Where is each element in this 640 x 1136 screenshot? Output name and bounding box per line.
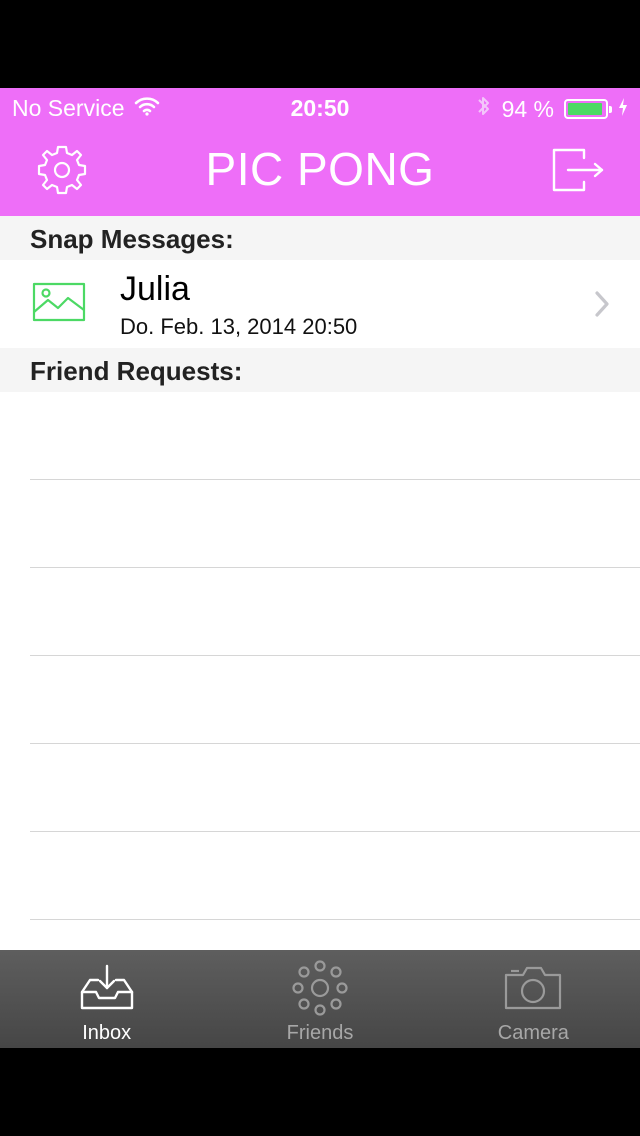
top-bar: No Service 20:50 94 % PIC PONG bbox=[0, 88, 640, 216]
charging-icon bbox=[618, 96, 628, 123]
battery-fill bbox=[568, 103, 602, 115]
tab-friends[interactable]: Friends bbox=[213, 950, 426, 1048]
battery-icon bbox=[564, 99, 612, 119]
friend-requests-header: Friend Requests: bbox=[0, 348, 640, 392]
battery-percent: 94 % bbox=[501, 95, 554, 122]
list-item bbox=[30, 392, 640, 480]
bluetooth-icon bbox=[476, 94, 492, 124]
tab-inbox-label: Inbox bbox=[82, 1022, 132, 1044]
status-bar: No Service 20:50 94 % bbox=[0, 88, 640, 128]
image-icon bbox=[32, 282, 86, 322]
device-frame: No Service 20:50 94 % PIC PONG Snap Mess… bbox=[0, 0, 640, 1136]
list-item bbox=[30, 480, 640, 568]
friend-requests-list bbox=[0, 392, 640, 920]
message-row-julia[interactable]: Julia Do. Feb. 13, 2014 20:50 bbox=[0, 260, 640, 348]
inbox-icon bbox=[75, 960, 139, 1016]
chevron-right-icon bbox=[594, 290, 610, 318]
logout-icon bbox=[550, 146, 606, 199]
list-item bbox=[30, 568, 640, 656]
camera-icon bbox=[501, 960, 565, 1016]
tab-camera-label: Camera bbox=[497, 1022, 569, 1044]
status-right: 94 % bbox=[476, 94, 628, 124]
logout-button[interactable] bbox=[546, 140, 610, 204]
list-item bbox=[30, 744, 640, 832]
message-date: Do. Feb. 13, 2014 20:50 bbox=[120, 314, 358, 339]
app-title: PIC PONG bbox=[205, 143, 435, 195]
list-item bbox=[30, 832, 640, 920]
list-item bbox=[30, 656, 640, 744]
tab-bar: Inbox Friends Camera bbox=[0, 950, 640, 1048]
app-screen: No Service 20:50 94 % PIC PONG Snap Mess… bbox=[0, 88, 640, 1048]
tab-friends-label: Friends bbox=[286, 1022, 354, 1044]
tab-inbox[interactable]: Inbox bbox=[0, 950, 213, 1048]
tab-camera[interactable]: Camera bbox=[427, 950, 640, 1048]
message-sender: Julia bbox=[120, 270, 190, 308]
snap-messages-header: Snap Messages: bbox=[0, 216, 640, 260]
navigation-bar: PIC PONG bbox=[0, 128, 640, 216]
friends-icon bbox=[288, 960, 352, 1016]
